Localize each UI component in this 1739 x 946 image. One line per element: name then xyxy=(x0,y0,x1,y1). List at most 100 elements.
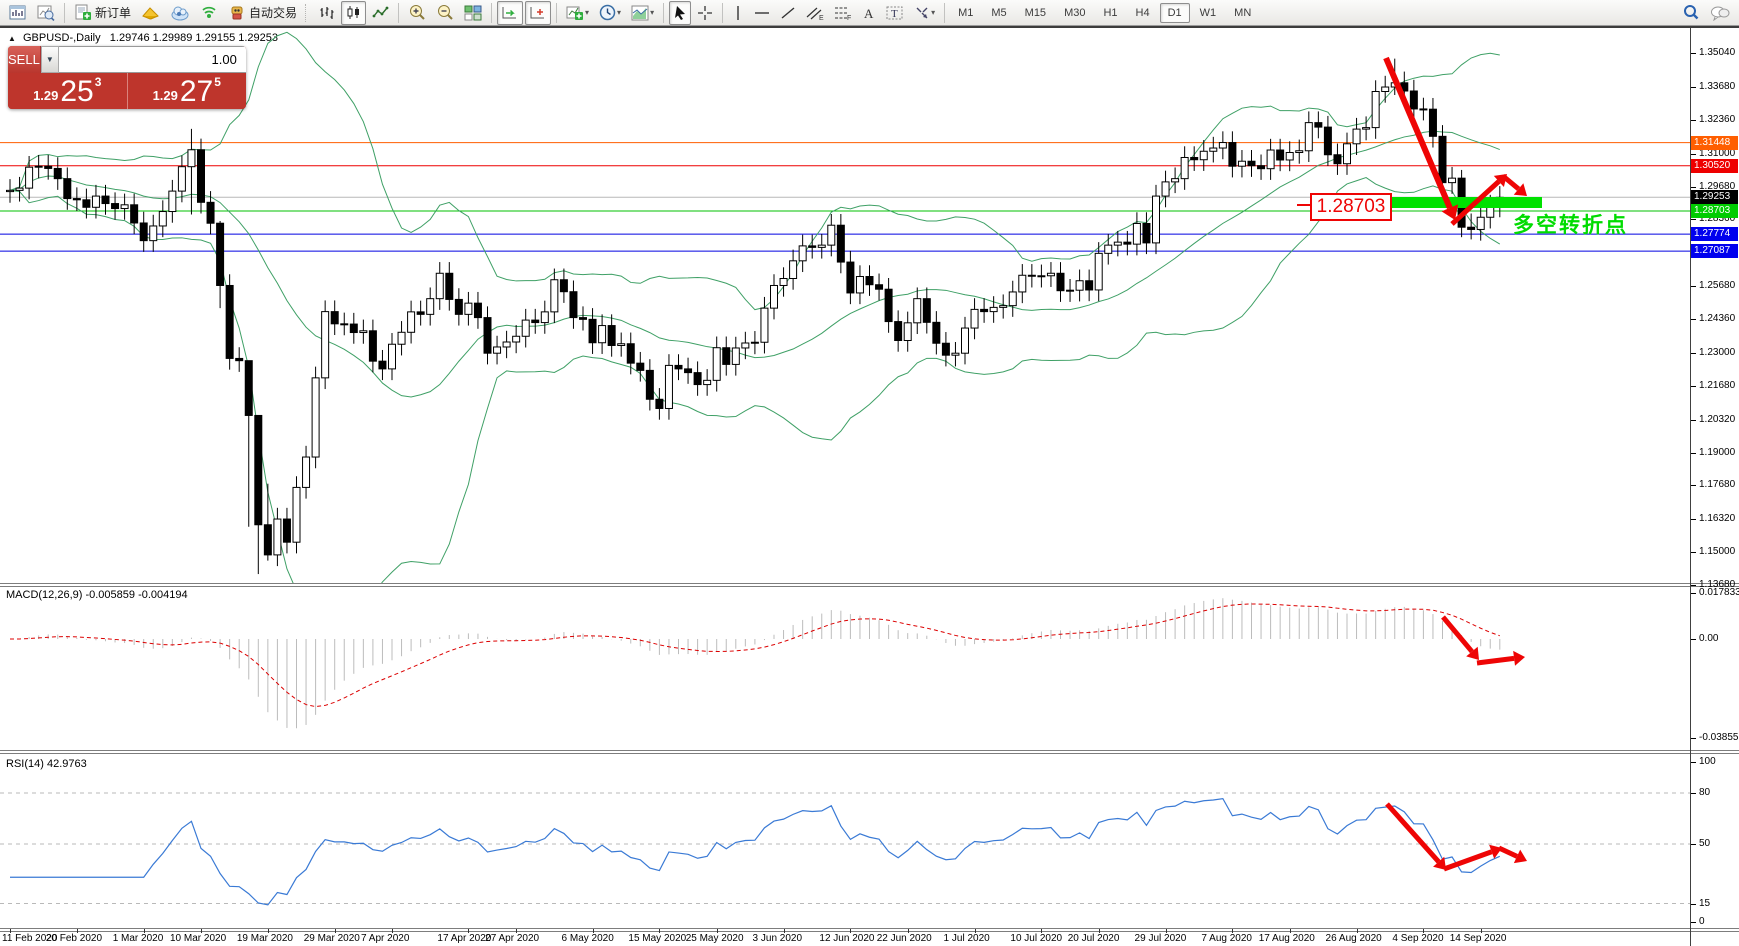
trend-arrow[interactable] xyxy=(1476,655,1515,666)
candles-layer xyxy=(6,58,1504,575)
horizontal-line-tool-button[interactable] xyxy=(750,1,774,25)
arrows-dropdown-caret[interactable]: ▾ xyxy=(931,8,935,17)
level-price-tag[interactable]: 1.28703 xyxy=(1691,203,1738,218)
x-axis-date-label: 17 Aug 2020 xyxy=(1258,933,1315,944)
trend-arrow[interactable] xyxy=(1497,845,1519,859)
level-price-tag[interactable]: 1.27087 xyxy=(1691,244,1738,259)
x-axis-date-label: 20 Feb 2020 xyxy=(45,933,103,944)
tile-windows-icon xyxy=(464,5,482,21)
sell-price-sup: 3 xyxy=(94,75,102,89)
panel-separator[interactable] xyxy=(0,583,1739,587)
new-chart-button[interactable] xyxy=(5,1,31,25)
arrows-icon xyxy=(914,5,930,21)
volume-decrease-button[interactable]: ▼ xyxy=(40,46,59,73)
macd-axis-tick xyxy=(1691,639,1696,640)
bar-chart-button[interactable] xyxy=(314,1,339,25)
vps-button[interactable] xyxy=(166,1,194,25)
text-label-icon: T xyxy=(886,5,904,21)
macd-indicator-panel[interactable] xyxy=(0,586,1690,752)
templates-dropdown-caret[interactable]: ▾ xyxy=(650,8,654,17)
rsi-axis-tick-label: 80 xyxy=(1699,787,1711,798)
pivot-point-annotation-text[interactable]: 多空转折点 xyxy=(1513,209,1628,239)
one-click-trading-panel: SELL ▼ ▲ BUY 1.29 25 3 1.29 27 5 xyxy=(8,46,246,109)
crosshair-tool-button[interactable] xyxy=(693,1,717,25)
trend-arrow[interactable] xyxy=(1385,802,1441,864)
rsi-indicator-panel[interactable] xyxy=(0,754,1690,928)
timeframe-button-H1[interactable]: H1 xyxy=(1095,3,1125,23)
indicators-dropdown-caret[interactable]: ▾ xyxy=(585,8,589,17)
signals-icon xyxy=(200,5,218,21)
price-annotation-box[interactable]: 1.28703 xyxy=(1310,193,1392,221)
signals-button[interactable] xyxy=(196,1,222,25)
line-chart-button[interactable] xyxy=(368,1,393,25)
sell-price[interactable]: 1.29 25 3 xyxy=(8,73,127,109)
price-axis-tick-label: 1.23000 xyxy=(1699,346,1736,358)
vertical-line-tool-button[interactable] xyxy=(728,1,748,25)
volume-input[interactable] xyxy=(58,46,246,73)
rsi-axis-tick-label: 100 xyxy=(1699,756,1716,767)
svg-text:E: E xyxy=(819,15,824,21)
x-axis-date-label: 17 Apr 2020 xyxy=(437,933,492,944)
trendline-tool-button[interactable] xyxy=(776,1,800,25)
timeframe-button-M30[interactable]: M30 xyxy=(1056,3,1093,23)
indicators-button[interactable]: ▾ xyxy=(562,1,593,25)
cursor-tool-button[interactable] xyxy=(669,0,692,25)
arrows-tool-button[interactable]: ▾ xyxy=(910,1,939,25)
equidistant-channel-tool-button[interactable]: E xyxy=(802,1,828,25)
level-price-tag[interactable]: 1.27774 xyxy=(1691,227,1738,242)
timeframe-button-M5[interactable]: M5 xyxy=(983,3,1014,23)
price-axis-tick xyxy=(1691,286,1696,288)
price-axis-tick xyxy=(1691,585,1696,587)
chart-shift-button[interactable] xyxy=(525,0,552,25)
buy-price-big: 27 xyxy=(179,75,214,108)
price-axis-tick xyxy=(1691,419,1696,421)
chat-button[interactable] xyxy=(1706,1,1734,25)
new-order-button[interactable]: 新订单 xyxy=(70,1,135,25)
metaeditor-button[interactable] xyxy=(137,1,164,25)
templates-icon xyxy=(631,5,649,21)
timeframe-button-H4[interactable]: H4 xyxy=(1128,3,1158,23)
support-zone-bar[interactable] xyxy=(1388,197,1542,208)
price-axis-tick-label: 1.25680 xyxy=(1699,280,1736,292)
zoom-out-button[interactable] xyxy=(432,1,458,25)
buy-price[interactable]: 1.29 27 5 xyxy=(126,73,247,109)
timeframe-button-MN[interactable]: MN xyxy=(1226,3,1259,23)
trend-arrow[interactable] xyxy=(1443,849,1493,872)
periods-dropdown-caret[interactable]: ▾ xyxy=(617,8,621,17)
candlestick-chart-button[interactable] xyxy=(341,0,367,25)
auto-scroll-button[interactable] xyxy=(497,0,524,25)
periods-button[interactable]: ▾ xyxy=(595,1,625,25)
timeframe-button-M1[interactable]: M1 xyxy=(950,3,981,23)
timeframe-button-D1[interactable]: D1 xyxy=(1159,2,1190,23)
crosshair-icon xyxy=(697,5,713,21)
profiles-button[interactable] xyxy=(33,1,59,25)
main-price-chart[interactable] xyxy=(0,28,1690,585)
timeframe-button-W1[interactable]: W1 xyxy=(1192,3,1225,23)
price-axis-tick-label: 1.33680 xyxy=(1699,81,1736,93)
trendline-icon xyxy=(780,5,796,21)
panel-separator[interactable] xyxy=(0,750,1739,754)
buy-price-sup: 5 xyxy=(214,75,221,89)
zoom-in-button[interactable] xyxy=(404,1,430,25)
trend-arrow[interactable] xyxy=(1383,56,1453,210)
search-button[interactable] xyxy=(1678,1,1704,25)
text-tool-button[interactable]: A xyxy=(858,1,880,25)
price-axis-tick xyxy=(1691,219,1696,221)
x-axis-date-label: 10 Jul 2020 xyxy=(1010,933,1063,944)
trend-arrow[interactable] xyxy=(1501,174,1521,191)
auto-scroll-icon xyxy=(501,5,519,21)
autotrading-button[interactable]: 自动交易 xyxy=(224,1,301,25)
sell-button[interactable]: SELL xyxy=(8,46,40,73)
level-price-tag[interactable]: 1.31448 xyxy=(1691,135,1738,150)
rsi-axis-tick xyxy=(1691,922,1696,923)
autotrading-icon xyxy=(228,5,246,21)
level-price-tag[interactable]: 1.30520 xyxy=(1691,158,1738,173)
text-label-tool-button[interactable]: T xyxy=(882,1,908,25)
mt4-terminal-window: 新订单 自动交易 ▾ ▾ ▾ E F A T ▾ M1 M5 M15 M30 H… xyxy=(0,0,1739,946)
horizontal-levels-layer xyxy=(0,142,1690,252)
tile-windows-button[interactable] xyxy=(460,1,486,25)
templates-button[interactable]: ▾ xyxy=(627,1,658,25)
timeframe-button-M15[interactable]: M15 xyxy=(1017,3,1054,23)
price-axis-tick xyxy=(1691,319,1696,321)
fibonacci-tool-button[interactable]: F xyxy=(830,1,856,25)
